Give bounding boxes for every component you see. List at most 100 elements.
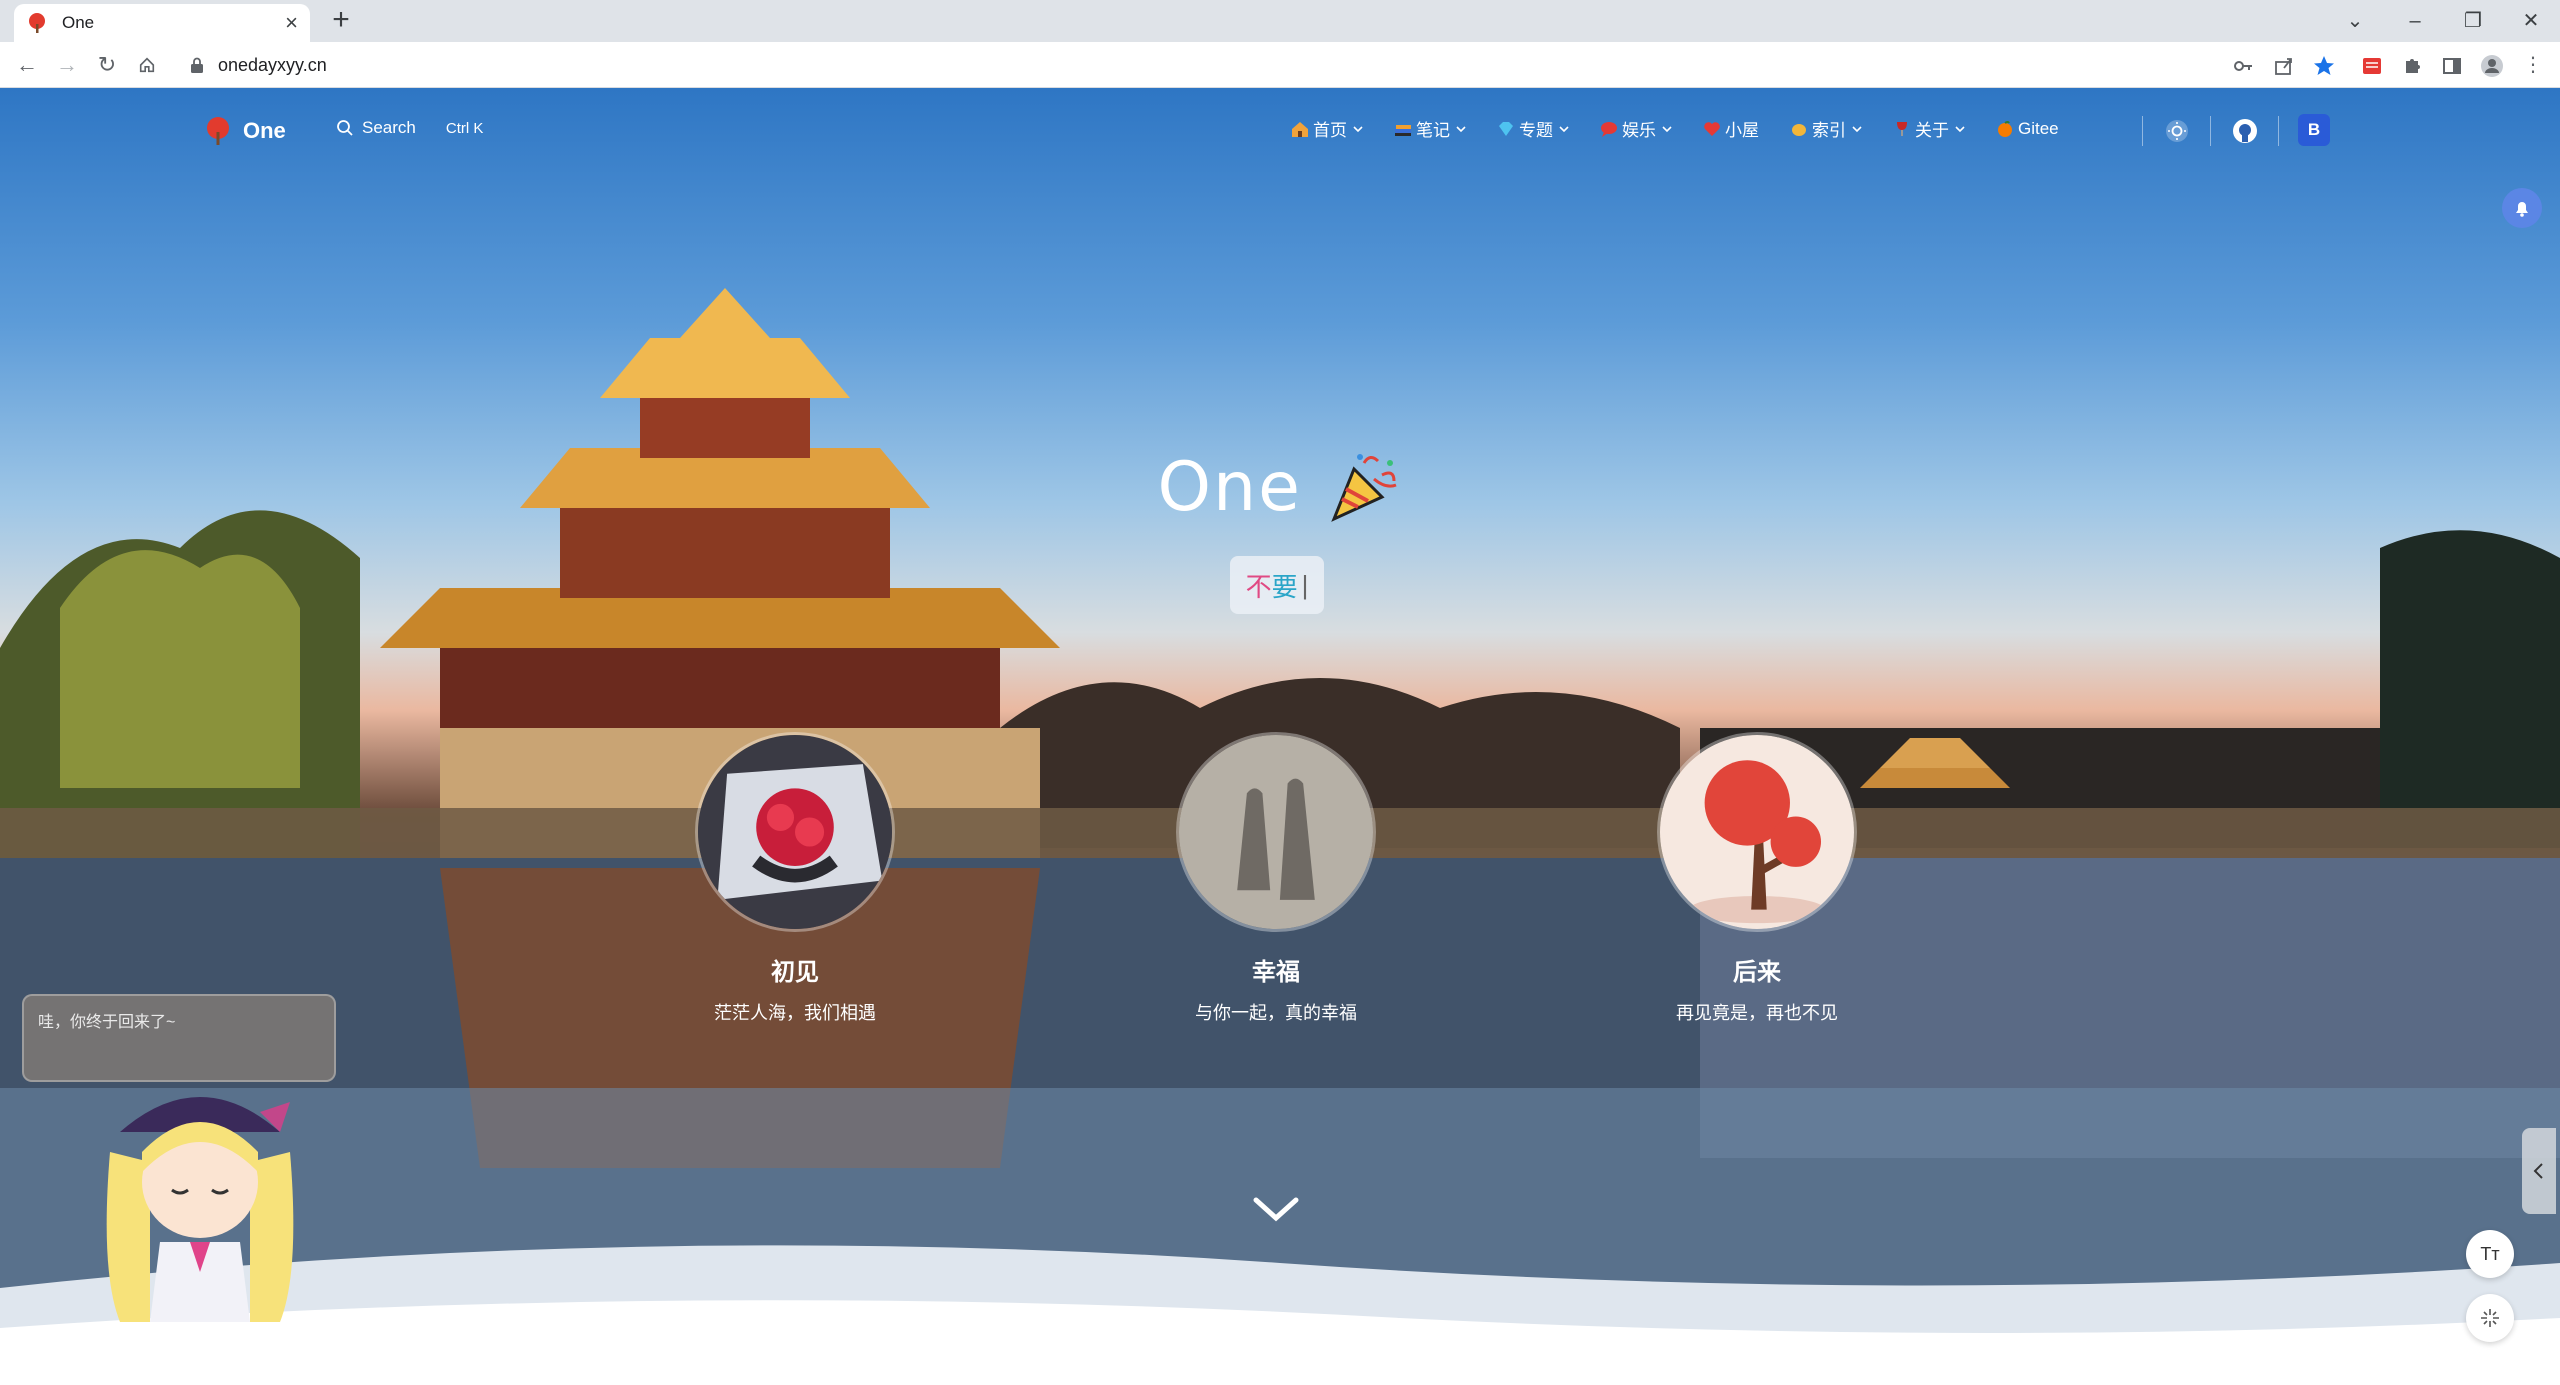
font-size-button[interactable]: Tт [2466,1230,2514,1278]
nav-item-entertainment[interactable]: 娱乐 [1599,116,1672,141]
nav-item-home[interactable]: 首页 [1290,116,1363,141]
chevron-down-icon [1456,125,1466,132]
home-icon[interactable] [132,50,162,80]
scroll-down-chevron-icon[interactable] [1250,1192,1302,1226]
lock-icon [191,57,203,73]
back-button[interactable]: ← [12,50,42,80]
card-description: 与你一起，真的幸福 [1195,1003,1357,1023]
site-favicon-icon [29,13,45,33]
card-description: 茫茫人海，我们相遇 [714,1003,876,1023]
notification-bell-button[interactable] [2502,188,2542,228]
nav-item-cabin[interactable]: 小屋 [1702,116,1759,141]
nav-label: 专题 [1519,121,1553,140]
nav-item-topics[interactable]: 专题 [1496,116,1569,141]
tab-title: One [62,13,95,32]
bookmark-star-icon[interactable] [2310,52,2338,80]
house-icon [1292,121,1308,137]
nav-label: 索引 [1812,121,1846,140]
new-tab-button[interactable]: + [326,5,356,36]
browser-tabstrip: One × + ⌄ – ❐ ✕ [0,0,2560,42]
browser-menu-icon[interactable]: ⋮ [2518,50,2548,80]
extensions-puzzle-icon[interactable] [2398,52,2426,80]
reload-button[interactable]: ↻ [92,50,122,80]
effects-toggle-button[interactable] [2466,1294,2514,1342]
browser-tab-active[interactable]: One × [14,4,310,42]
nav-item-index[interactable]: 索引 [1789,116,1862,141]
share-icon[interactable] [2270,52,2298,80]
header-divider [2142,116,2143,146]
orange-icon [1998,120,2012,137]
search-label: Search [362,118,416,137]
card-title: 幸福 [1252,959,1300,986]
tree-logo-icon [207,117,229,145]
nav-item-notes[interactable]: 笔记 [1393,116,1466,141]
site-search-button[interactable]: Search Ctrl K [336,118,483,138]
minimize-window-button[interactable]: – [2400,6,2430,36]
shadow-couple-photo [1176,732,1376,932]
search-shortcut: Ctrl K [445,119,484,137]
close-window-button[interactable]: ✕ [2516,6,2546,36]
site-top-nav: 首页 笔记 专题 娱乐 小屋 索引 关于 Gitee [1290,116,2089,141]
typing-char: 要 [1271,571,1298,602]
close-tab-icon[interactable]: × [285,12,298,34]
chevron-down-icon [1353,125,1363,132]
red-tree-illustration [1657,732,1857,932]
nav-label: 笔记 [1416,121,1450,140]
hero-title-row: One [0,448,2560,527]
bell-icon [2516,202,2528,217]
sparkle-icon [2481,1309,2499,1327]
card-title: 初见 [771,959,819,986]
search-icon [337,120,353,136]
chevron-down-icon [1559,125,1569,132]
hero-title: One [1157,448,1302,527]
header-divider [2210,116,2211,146]
wine-glass-icon [1897,121,1907,136]
diamond-icon [1499,121,1513,136]
hero-card-later[interactable]: 后来 再见竟是，再也不见 [1607,732,1907,1025]
site-logo-text: One [243,118,286,143]
right-drawer-toggle[interactable] [2522,1128,2556,1214]
site-logo[interactable]: One [203,116,286,146]
address-bar[interactable]: onedayxyy.cn [176,48,2256,82]
chevron-down-icon [1852,125,1862,132]
browser-toolbar: ← → ↻ onedayxyy.cn ⋮ [0,42,2560,88]
forward-button[interactable]: → [52,50,82,80]
tab-search-chevron-icon[interactable]: ⌄ [2340,6,2370,36]
hero-card-first-meet[interactable]: 初见 茫茫人海，我们相遇 [645,732,945,1025]
nav-label: 小屋 [1725,121,1759,140]
party-popper-icon [1331,453,1398,522]
typewriter-text: 不 要 | [1230,556,1324,614]
heart-icon [1704,121,1720,136]
theme-toggle-sun-icon[interactable] [2162,116,2192,146]
page-viewport: One Search Ctrl K 首页 笔记 专题 娱乐 小屋 索引 关于 G… [0,88,2560,1385]
extension-red-icon[interactable] [2358,52,2386,80]
nav-label: 娱乐 [1622,121,1656,140]
typing-cursor: | [1301,569,1309,600]
chevron-down-icon [1955,125,1965,132]
chevron-left-icon [2533,1163,2543,1179]
mascot-speech-bubble: 哇，你终于回来了~ [22,994,336,1082]
nav-label: 关于 [1915,121,1949,140]
chevron-down-icon [1662,125,1672,132]
nav-item-about[interactable]: 关于 [1892,116,1965,141]
header-divider [2278,116,2279,146]
profile-avatar-icon[interactable] [2478,52,2506,80]
github-icon[interactable] [2230,116,2260,146]
nav-label: Gitee [2018,118,2059,138]
speech-bubble-icon [1601,121,1617,137]
side-panel-icon[interactable] [2438,52,2466,80]
key-icon[interactable] [2230,52,2258,80]
card-title: 后来 [1733,959,1781,986]
hero-card-happiness[interactable]: 幸福 与你一起，真的幸福 [1126,732,1426,1025]
anime-mascot-widget[interactable] [80,1072,320,1332]
books-icon [1395,124,1411,136]
nav-item-gitee[interactable]: Gitee [1995,119,2059,139]
user-avatar[interactable]: B [2298,114,2330,146]
url-text: onedayxyy.cn [218,54,327,75]
card-description: 再见竟是，再也不见 [1676,1003,1838,1023]
nav-label: 首页 [1313,121,1347,140]
hand-icon [1792,123,1806,136]
bouquet-photo [695,732,895,932]
restore-window-button[interactable]: ❐ [2458,6,2488,36]
typing-char: 不 [1245,571,1272,602]
